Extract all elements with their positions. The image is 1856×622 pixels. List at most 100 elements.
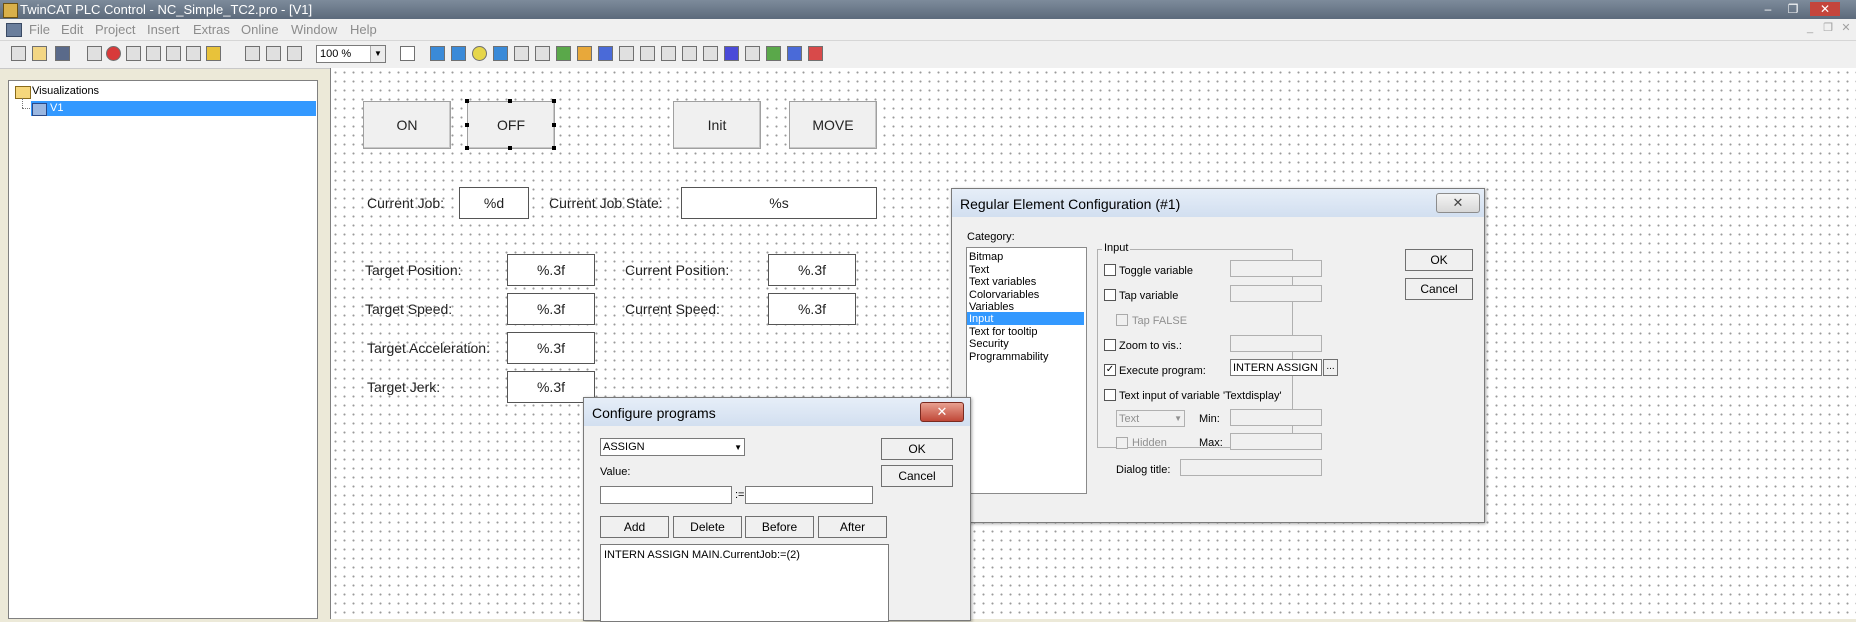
cancel-button[interactable]: Cancel bbox=[1405, 278, 1473, 300]
bar-display-tool-icon[interactable] bbox=[787, 46, 802, 61]
list-item-selected[interactable]: Input bbox=[967, 312, 1084, 325]
reset-icon[interactable] bbox=[206, 46, 221, 61]
run-icon[interactable] bbox=[186, 46, 201, 61]
grid-tool-icon[interactable] bbox=[703, 46, 718, 61]
mdi-minimize-button[interactable]: _ bbox=[1803, 22, 1817, 35]
list-item[interactable]: INTERN ASSIGN MAIN.CurrentJob:=(2) bbox=[604, 549, 800, 561]
cut-icon[interactable] bbox=[245, 46, 260, 61]
open-icon[interactable] bbox=[32, 46, 47, 61]
execute-program-field[interactable]: INTERN ASSIGN M bbox=[1230, 359, 1322, 376]
table-tool-icon[interactable] bbox=[661, 46, 676, 61]
menu-online[interactable]: Online bbox=[241, 22, 279, 37]
selection-handle[interactable] bbox=[552, 99, 556, 103]
max-field[interactable] bbox=[1230, 433, 1322, 450]
before-button[interactable]: Before bbox=[745, 516, 814, 538]
rounded-rect-tool-icon[interactable] bbox=[451, 46, 466, 61]
value-left-field[interactable] bbox=[600, 486, 732, 504]
target-position-box[interactable]: %.3f bbox=[507, 254, 595, 286]
current-speed-box[interactable]: %.3f bbox=[768, 293, 856, 325]
select-arrow-icon[interactable] bbox=[400, 46, 415, 61]
program-list[interactable]: INTERN ASSIGN MAIN.CurrentJob:=(2) bbox=[600, 544, 889, 622]
tree-item-v1[interactable]: V1 bbox=[31, 101, 316, 116]
selection-handle[interactable] bbox=[465, 99, 469, 103]
logout-icon[interactable] bbox=[146, 46, 161, 61]
current-position-box[interactable]: %.3f bbox=[768, 254, 856, 286]
chevron-down-icon[interactable]: ▼ bbox=[370, 46, 385, 62]
zoom-to-vis-field[interactable] bbox=[1230, 335, 1322, 352]
web-element-tool-icon[interactable] bbox=[640, 46, 655, 61]
ellipse-tool-icon[interactable] bbox=[472, 46, 487, 61]
toggle-variable-checkbox[interactable] bbox=[1104, 264, 1116, 276]
cancel-button[interactable]: Cancel bbox=[881, 465, 953, 487]
login-icon[interactable] bbox=[126, 46, 141, 61]
menu-file[interactable]: File bbox=[29, 22, 50, 37]
list-item[interactable]: Text variables bbox=[969, 276, 1036, 288]
mdi-restore-button[interactable]: ❐ bbox=[1821, 22, 1835, 35]
activex-tool-icon[interactable] bbox=[682, 46, 697, 61]
curve-tool-icon[interactable] bbox=[535, 46, 550, 61]
bitmap-tool-icon[interactable] bbox=[577, 46, 592, 61]
tree-root-visualizations[interactable]: Visualizations bbox=[32, 85, 99, 97]
text-select[interactable]: Text ▼ bbox=[1116, 410, 1185, 427]
hidden-checkbox[interactable] bbox=[1116, 437, 1128, 449]
meter-tool-icon[interactable] bbox=[766, 46, 781, 61]
text-input-checkbox[interactable] bbox=[1104, 389, 1116, 401]
selection-handle[interactable] bbox=[508, 99, 512, 103]
restore-window-button[interactable]: ❐ bbox=[1785, 2, 1801, 16]
paste-icon[interactable] bbox=[287, 46, 302, 61]
delete-button[interactable]: Delete bbox=[673, 516, 742, 538]
selection-handle[interactable] bbox=[465, 146, 469, 150]
scale-tool-icon[interactable] bbox=[745, 46, 760, 61]
current-job-box[interactable]: %d bbox=[459, 187, 529, 219]
list-item[interactable]: Colorvariables bbox=[969, 289, 1039, 301]
program-type-select[interactable]: ASSIGN ▼ bbox=[600, 438, 745, 456]
list-item[interactable]: Text bbox=[969, 264, 989, 276]
list-item[interactable]: Text for tooltip bbox=[969, 326, 1037, 338]
ok-button[interactable]: OK bbox=[1405, 249, 1473, 271]
tap-variable-field[interactable] bbox=[1230, 285, 1322, 302]
off-button[interactable]: OFF bbox=[467, 101, 555, 149]
tap-false-checkbox[interactable] bbox=[1116, 314, 1128, 326]
menu-edit[interactable]: Edit bbox=[61, 22, 83, 37]
new-icon[interactable] bbox=[11, 46, 26, 61]
after-button[interactable]: After bbox=[818, 516, 887, 538]
execute-program-checkbox[interactable]: ✓ bbox=[1104, 364, 1116, 376]
minimize-window-button[interactable]: – bbox=[1760, 2, 1776, 16]
value-right-field[interactable] bbox=[745, 486, 873, 504]
menu-insert[interactable]: Insert bbox=[147, 22, 180, 37]
menu-help[interactable]: Help bbox=[350, 22, 377, 37]
list-item[interactable]: Programmability bbox=[969, 351, 1048, 363]
mdi-close-button[interactable]: ✕ bbox=[1839, 22, 1853, 35]
polyline-tool-icon[interactable] bbox=[514, 46, 529, 61]
target-acceleration-box[interactable]: %.3f bbox=[507, 332, 595, 364]
histogram-tool-icon[interactable] bbox=[808, 46, 823, 61]
category-list[interactable]: Bitmap Text Text variables Colorvariable… bbox=[966, 247, 1087, 494]
selection-handle[interactable] bbox=[552, 146, 556, 150]
min-field[interactable] bbox=[1230, 409, 1322, 426]
ok-button[interactable]: OK bbox=[881, 438, 953, 460]
zoom-combo[interactable]: 100 % ▼ bbox=[316, 45, 386, 63]
download-icon[interactable] bbox=[166, 46, 181, 61]
toggle-variable-field[interactable] bbox=[1230, 260, 1322, 277]
menu-project[interactable]: Project bbox=[95, 22, 135, 37]
target-speed-box[interactable]: %.3f bbox=[507, 293, 595, 325]
init-button[interactable]: Init bbox=[673, 101, 761, 149]
menu-window[interactable]: Window bbox=[291, 22, 337, 37]
save-icon[interactable] bbox=[55, 46, 70, 61]
move-button[interactable]: MOVE bbox=[789, 101, 877, 149]
polygon-tool-icon[interactable] bbox=[493, 46, 508, 61]
alarm-table-tool-icon[interactable] bbox=[724, 46, 739, 61]
current-job-state-box[interactable]: %s bbox=[681, 187, 877, 219]
button-tool-icon[interactable] bbox=[619, 46, 634, 61]
execute-program-browse-button[interactable]: ... bbox=[1323, 359, 1338, 376]
build-icon[interactable] bbox=[87, 46, 102, 61]
list-item[interactable]: Security bbox=[969, 338, 1009, 350]
rectangle-tool-icon[interactable] bbox=[430, 46, 445, 61]
close-icon[interactable]: ✕ bbox=[920, 402, 964, 422]
selection-handle[interactable] bbox=[552, 123, 556, 127]
copy-icon[interactable] bbox=[266, 46, 281, 61]
selection-handle[interactable] bbox=[465, 123, 469, 127]
pie-tool-icon[interactable] bbox=[556, 46, 571, 61]
selection-handle[interactable] bbox=[508, 146, 512, 150]
list-item[interactable]: Bitmap bbox=[969, 251, 1003, 263]
